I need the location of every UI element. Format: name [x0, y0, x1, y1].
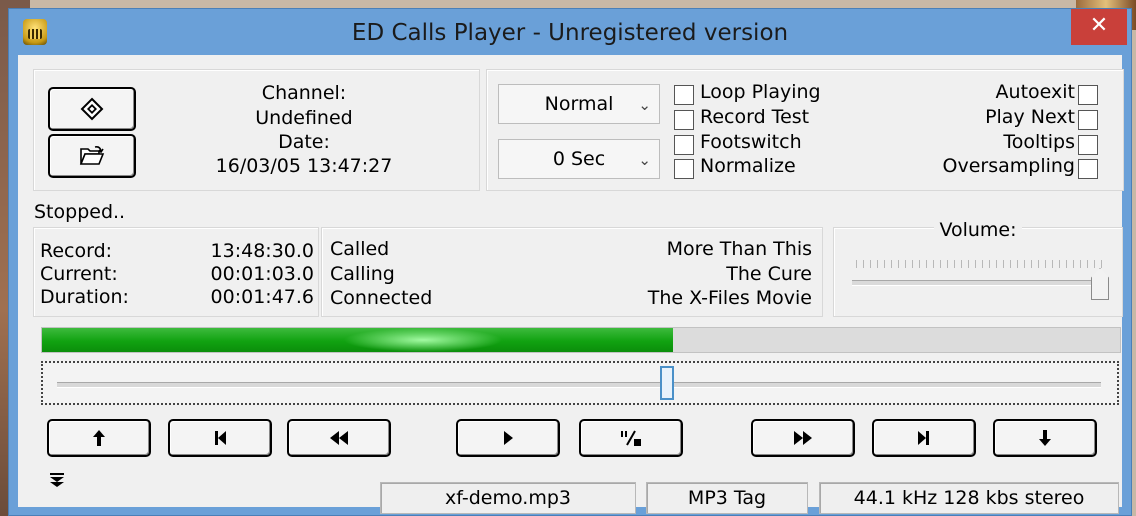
- connected-value: The X-Files Movie: [647, 287, 812, 309]
- calling-label: Calling: [330, 263, 395, 285]
- delay-select[interactable]: 0 Sec ⌄: [498, 139, 660, 179]
- autoexit-checkbox[interactable]: [1078, 85, 1098, 105]
- expand-down-icon: [50, 473, 64, 487]
- current-time-value: 00:01:03.0: [210, 263, 314, 285]
- skip-start-icon: [215, 431, 226, 445]
- fast-forward-icon: [794, 431, 812, 445]
- volume-slider-thumb[interactable]: [1091, 268, 1109, 300]
- footswitch-label: Footswitch: [700, 131, 802, 153]
- skip-end-icon: [918, 431, 929, 445]
- duration-label: Duration:: [40, 286, 129, 308]
- client-area: Channel: Undefined Date: 16/03/05 13:47:…: [18, 55, 1124, 514]
- play-next-label: Play Next: [985, 106, 1075, 128]
- play-next-checkbox[interactable]: [1078, 110, 1098, 130]
- call-parties-panel: Called More Than This Calling The Cure C…: [321, 227, 823, 317]
- progress-glow: [343, 328, 503, 352]
- playback-status: Stopped..: [34, 201, 126, 223]
- oversampling-label: Oversampling: [942, 155, 1075, 177]
- expand-button[interactable]: [47, 471, 71, 495]
- open-file-button[interactable]: [48, 134, 136, 178]
- tooltips-label: Tooltips: [1003, 131, 1075, 153]
- calling-value: The Cure: [726, 263, 812, 285]
- volume-track[interactable]: [852, 280, 1104, 286]
- previous-record-button[interactable]: [47, 419, 151, 457]
- play-icon: [504, 431, 513, 445]
- window-title: ED Calls Player - Unregistered version: [351, 20, 789, 46]
- current-time-label: Current:: [40, 263, 118, 285]
- times-panel: Record: 13:48:30.0 Current: 00:01:03.0 D…: [33, 227, 319, 317]
- next-record-button[interactable]: [993, 419, 1097, 457]
- volume-label: Volume:: [834, 219, 1122, 241]
- channel-value: Undefined: [255, 107, 353, 129]
- normalize-label: Normalize: [700, 155, 796, 177]
- pause-stop-icon: [621, 430, 641, 446]
- rewind-icon: [330, 431, 348, 445]
- normalize-checkbox[interactable]: [674, 159, 694, 179]
- called-label: Called: [330, 238, 390, 260]
- statusbar-format: 44.1 kHz 128 kbs stereo: [819, 482, 1119, 514]
- chevron-down-icon: ⌄: [638, 151, 651, 169]
- connected-label: Connected: [330, 287, 433, 309]
- arrow-up-icon: [93, 430, 105, 446]
- volume-panel: Volume:: [833, 219, 1123, 317]
- delay-select-value: 0 Sec: [552, 148, 606, 170]
- loop-playing-label: Loop Playing: [700, 81, 821, 103]
- called-value: More Than This: [666, 238, 812, 260]
- info-group: Channel: Undefined Date: 16/03/05 13:47:…: [33, 69, 480, 191]
- statusbar-file-name: xf-demo.mp3: [380, 482, 636, 514]
- close-button[interactable]: ✕: [1071, 9, 1127, 45]
- chevron-down-icon: ⌄: [638, 96, 651, 114]
- diamond-target-icon: [80, 97, 104, 121]
- skip-to-end-button[interactable]: [872, 419, 976, 457]
- date-value: 16/03/05 13:47:27: [215, 155, 393, 177]
- seek-track[interactable]: [57, 382, 1101, 388]
- footswitch-checkbox[interactable]: [674, 135, 694, 155]
- goto-button[interactable]: [48, 87, 136, 131]
- tooltips-checkbox[interactable]: [1078, 135, 1098, 155]
- volume-ticks: [856, 260, 1102, 268]
- rewind-button[interactable]: [287, 419, 391, 457]
- pause-stop-button[interactable]: [579, 419, 683, 457]
- skip-to-start-button[interactable]: [168, 419, 272, 457]
- channel-label: Channel:: [261, 82, 347, 104]
- open-folder-icon: [79, 146, 105, 165]
- seek-slider[interactable]: [41, 361, 1119, 405]
- title-bar[interactable]: ED Calls Player - Unregistered version ✕: [9, 9, 1131, 55]
- playback-progress-bar: [41, 327, 1121, 353]
- record-time-value: 13:48:30.0: [210, 240, 314, 262]
- autoexit-label: Autoexit: [995, 81, 1075, 103]
- record-test-checkbox[interactable]: [674, 110, 694, 130]
- record-test-label: Record Test: [700, 106, 810, 128]
- oversampling-checkbox[interactable]: [1078, 159, 1098, 179]
- statusbar-tag-button[interactable]: MP3 Tag: [646, 482, 808, 514]
- date-label: Date:: [278, 131, 330, 153]
- arrow-down-icon: [1039, 430, 1051, 446]
- options-group: Normal ⌄ 0 Sec ⌄ Loop Playing Record Tes…: [486, 69, 1124, 191]
- loop-playing-checkbox[interactable]: [674, 85, 694, 105]
- mode-select[interactable]: Normal ⌄: [498, 84, 660, 124]
- seek-slider-thumb[interactable]: [660, 366, 674, 400]
- fast-forward-button[interactable]: [751, 419, 855, 457]
- mode-select-value: Normal: [544, 93, 614, 115]
- record-time-label: Record:: [40, 240, 113, 262]
- volume-label-text: Volume:: [934, 219, 1022, 241]
- duration-value: 00:01:47.6: [210, 286, 314, 308]
- player-window: ED Calls Player - Unregistered version ✕: [8, 8, 1132, 516]
- play-button[interactable]: [456, 419, 560, 457]
